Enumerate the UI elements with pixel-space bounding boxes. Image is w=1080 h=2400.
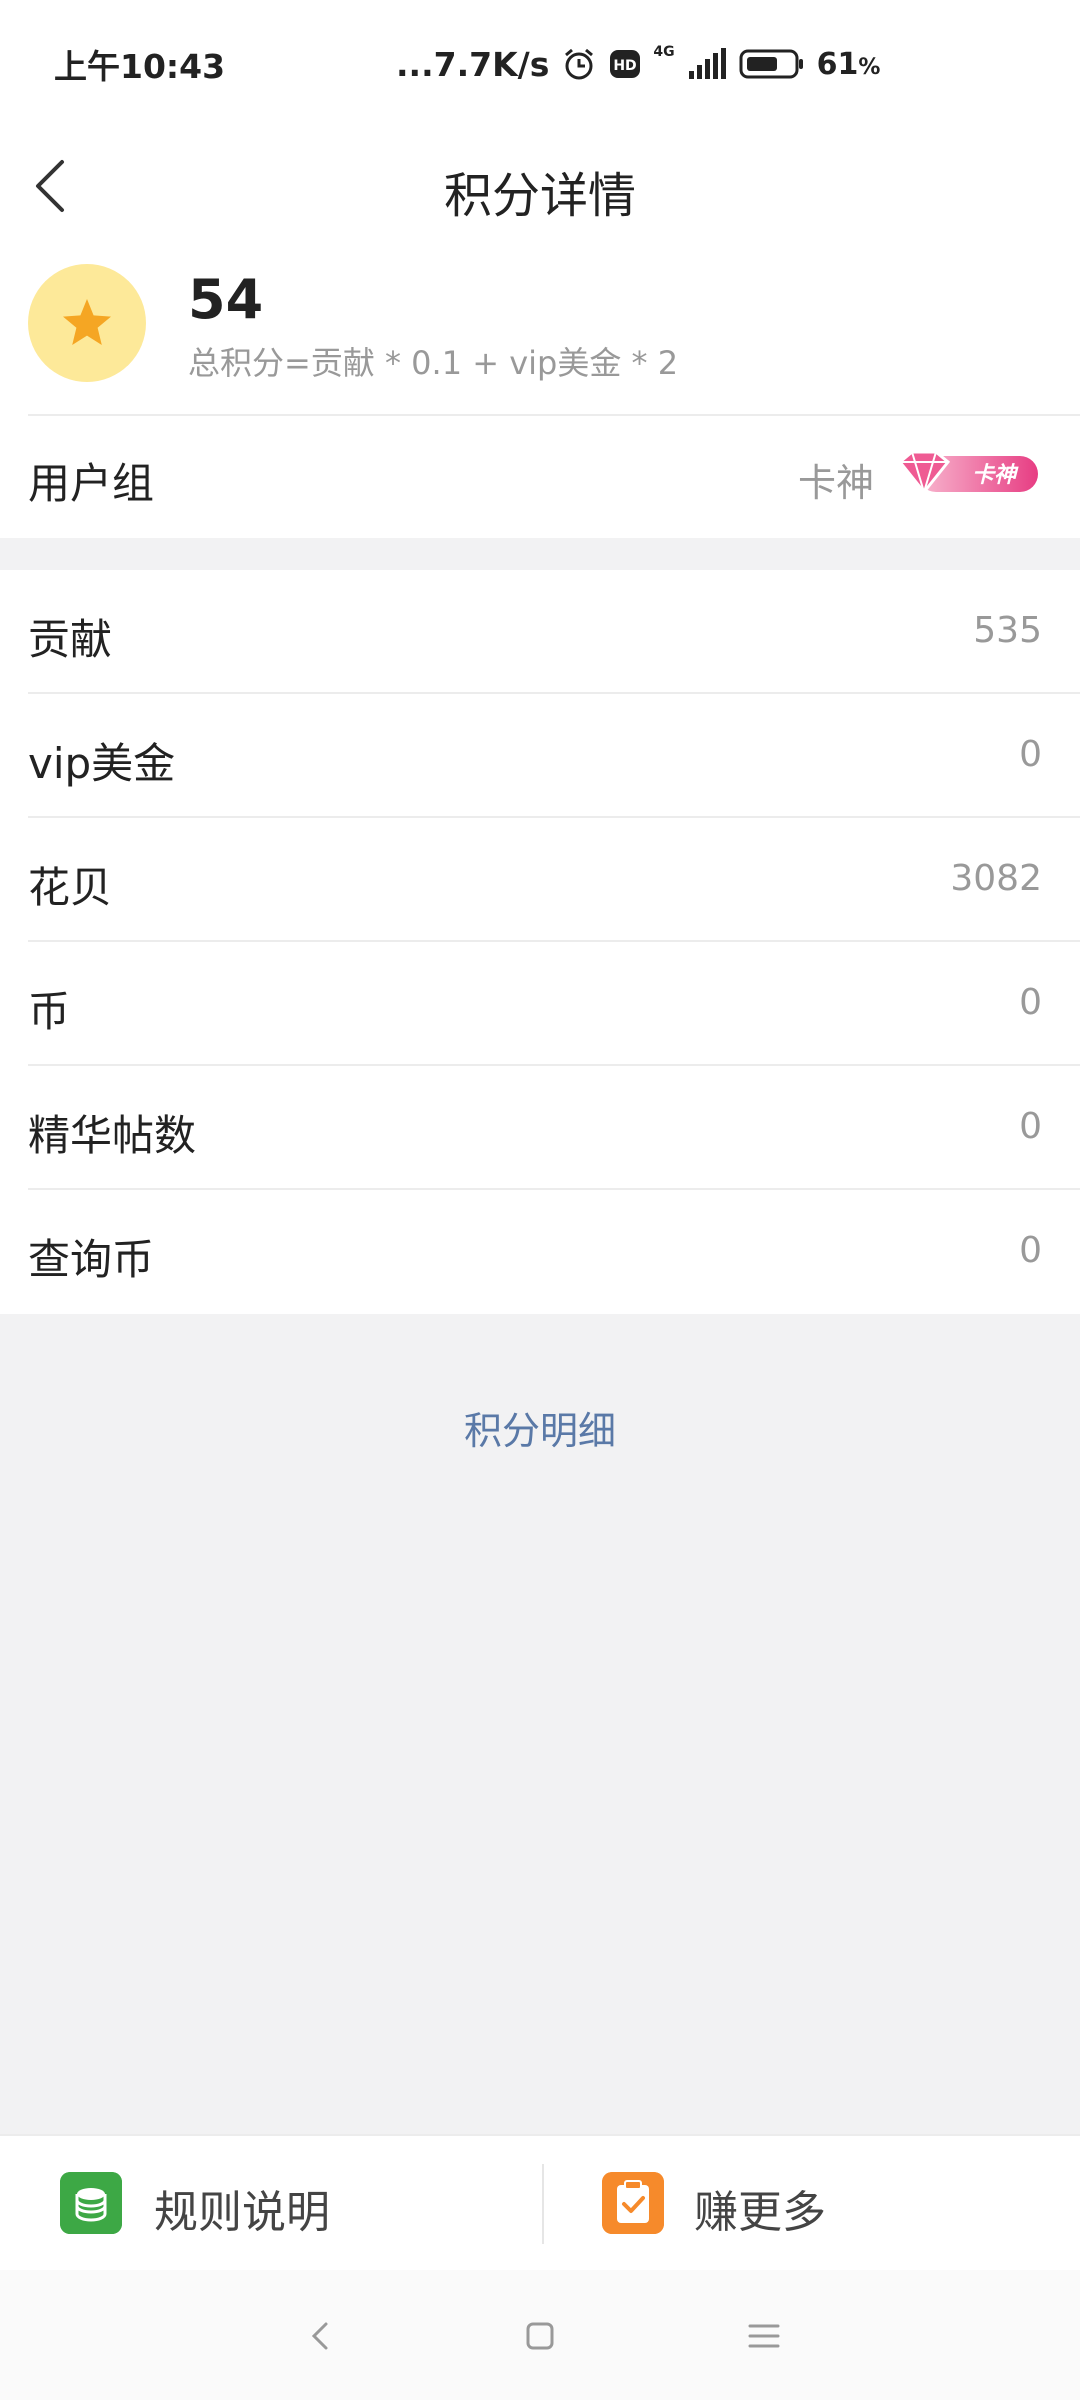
stat-label: 精华帖数 xyxy=(28,1111,197,1160)
nav-menu-icon xyxy=(748,2324,780,2348)
user-group-label: 用户组 xyxy=(28,459,155,508)
stat-row-huabei: 花贝 3082 xyxy=(0,818,1080,942)
stat-label: 币 xyxy=(28,987,71,1036)
clipboard-check-icon xyxy=(602,2172,664,2234)
stat-label: vip美金 xyxy=(28,739,176,788)
nav-home-icon xyxy=(526,2322,554,2350)
system-back-button[interactable] xyxy=(292,2308,348,2364)
stat-value: 0 xyxy=(1019,982,1042,1023)
network-speed: ...7.7K/s xyxy=(396,44,550,84)
system-nav-bar xyxy=(0,2270,1080,2400)
coin-stack-icon xyxy=(60,2172,122,2234)
stats-list: 贡献 535 vip美金 0 花贝 3082 币 0 精华帖数 0 查询币 0 xyxy=(0,570,1080,1314)
stat-value: 535 xyxy=(973,610,1042,651)
stat-row-query-coin: 查询币 0 xyxy=(0,1190,1080,1314)
diamond-badge-icon: 卡神 xyxy=(897,450,1038,495)
stat-label: 查询币 xyxy=(28,1235,155,1284)
stat-value: 0 xyxy=(1019,1106,1042,1147)
network-type-label: 4G xyxy=(653,44,675,60)
rules-button[interactable]: 规则说明 xyxy=(0,2136,540,2272)
hd-icon: HD xyxy=(610,50,641,78)
earn-more-label: 赚更多 xyxy=(694,2187,826,2238)
stat-row-contribution: 贡献 535 xyxy=(0,570,1080,694)
status-bar: 上午10:43 ...7.7K/s HD 4G 61% xyxy=(0,0,1080,128)
svg-text:HD: HD xyxy=(614,58,637,74)
system-home-button[interactable] xyxy=(512,2308,568,2364)
stat-label: 贡献 xyxy=(28,615,113,664)
score-detail-link[interactable]: 积分明细 xyxy=(0,1400,1080,1455)
score-card: 54 总积分=贡献 * 0.1 + vip美金 * 2 用户组 卡神 卡神 xyxy=(0,244,1080,538)
signal-icon xyxy=(688,48,726,79)
battery-icon xyxy=(739,49,803,79)
status-time: 上午10:43 xyxy=(54,47,226,86)
bottom-action-bar: 规则说明 赚更多 xyxy=(0,2134,1080,2270)
stat-label: 花贝 xyxy=(28,863,113,912)
stat-value: 3082 xyxy=(950,858,1042,899)
earn-more-button[interactable]: 赚更多 xyxy=(540,2136,1080,2272)
system-menu-button[interactable] xyxy=(736,2308,792,2364)
nav-back-icon xyxy=(311,2322,328,2350)
battery-percent-unit: % xyxy=(858,54,881,80)
battery-percent-value: 61 xyxy=(816,46,859,82)
score-badge xyxy=(28,264,146,382)
star-icon xyxy=(63,299,111,345)
user-group-row: 用户组 卡神 卡神 xyxy=(0,416,1080,538)
stat-row-coin: 币 0 xyxy=(0,942,1080,1066)
total-score: 54 xyxy=(188,268,264,331)
stat-row-featured-posts: 精华帖数 0 xyxy=(0,1066,1080,1190)
score-formula: 总积分=贡献 * 0.1 + vip美金 * 2 xyxy=(188,344,679,382)
status-right-group: ...7.7K/s HD 4G 61% xyxy=(396,40,880,88)
stat-value: 0 xyxy=(1019,1230,1042,1271)
stat-row-vip-usd: vip美金 0 xyxy=(0,694,1080,818)
page-title: 积分详情 xyxy=(443,168,636,224)
rules-label: 规则说明 xyxy=(154,2187,330,2238)
badge-text: 卡神 xyxy=(972,462,1019,488)
user-group-value: 卡神 xyxy=(797,461,874,505)
app-root: 上午10:43 ...7.7K/s HD 4G 61% 积分详情 54 总积分=… xyxy=(0,0,1080,2400)
alarm-icon xyxy=(565,48,594,80)
battery-percent: 61% xyxy=(817,47,881,82)
nav-bar: 积分详情 xyxy=(0,128,1080,244)
stat-value: 0 xyxy=(1019,734,1042,775)
